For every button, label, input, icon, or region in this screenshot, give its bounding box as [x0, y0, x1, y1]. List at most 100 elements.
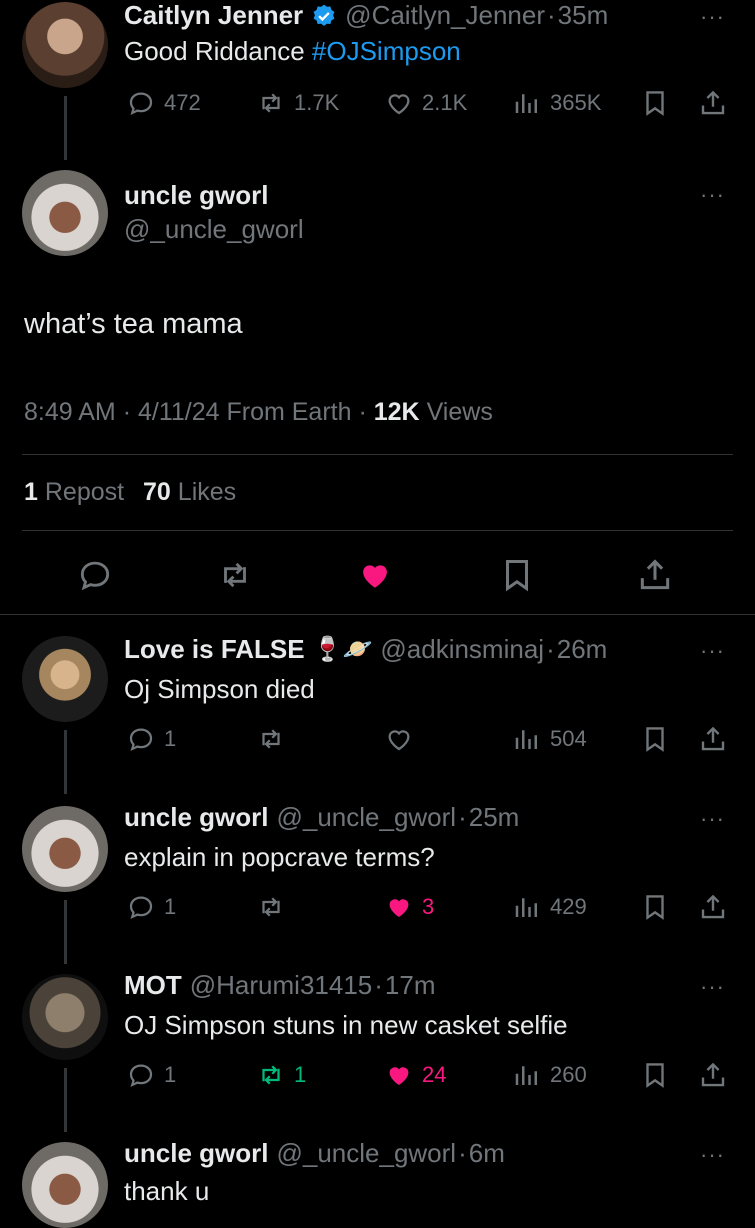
heart-filled-icon — [384, 892, 414, 922]
timestamp[interactable]: 17m — [385, 970, 436, 1001]
share-icon — [698, 724, 728, 754]
divider — [0, 614, 755, 615]
repost-count: 1 — [294, 1062, 307, 1087]
views-button[interactable]: 504 — [512, 724, 587, 754]
display-name[interactable]: uncle gworl — [124, 1138, 268, 1169]
more-options-icon[interactable]: ··· — [700, 638, 725, 664]
tweet-text: what’s tea mama — [24, 308, 243, 340]
separator-dot: · — [122, 398, 132, 426]
like-button[interactable]: 24 — [384, 1060, 446, 1090]
display-name[interactable]: MOT — [124, 970, 182, 1001]
tweet-text: explain in popcrave terms? — [124, 842, 435, 872]
share-icon — [636, 556, 674, 594]
tweet-text: thank u — [124, 1176, 210, 1206]
bookmark-button[interactable] — [640, 724, 670, 754]
share-button[interactable] — [698, 724, 728, 754]
tweet-text: OJ Simpson stuns in new casket selfie — [124, 1010, 568, 1040]
repost-button[interactable]: 1.7K — [256, 88, 339, 118]
post-header: MOT @Harumi31415 · 17m — [124, 970, 436, 1001]
share-button[interactable] — [698, 1060, 728, 1090]
more-options-icon[interactable]: ··· — [700, 4, 725, 30]
tweet-text-plain: Good Riddance — [124, 36, 312, 66]
more-options-icon[interactable]: ··· — [700, 974, 725, 1000]
bookmark-button[interactable] — [640, 1060, 670, 1090]
views-button[interactable]: 429 — [512, 892, 587, 922]
timestamp[interactable]: 25m — [469, 802, 520, 833]
views-button[interactable]: 260 — [512, 1060, 587, 1090]
avatar[interactable] — [22, 2, 108, 88]
post-time[interactable]: 8:49 AM — [24, 398, 116, 426]
user-handle[interactable]: @Caitlyn_Jenner — [345, 0, 545, 31]
reply-button[interactable]: 1 — [126, 724, 176, 754]
views-label: Views — [426, 398, 493, 426]
like-button[interactable] — [384, 724, 414, 754]
views-icon — [512, 724, 542, 754]
timestamp[interactable]: 6m — [469, 1138, 505, 1169]
divider — [22, 454, 733, 455]
likes-stat[interactable]: 70 Likes — [143, 478, 236, 506]
hashtag-link[interactable]: #OJSimpson — [312, 36, 461, 66]
reply-icon — [126, 1060, 156, 1090]
thread-line — [64, 900, 67, 964]
like-count: 3 — [422, 894, 435, 919]
user-handle[interactable]: @Harumi31415 — [190, 970, 372, 1001]
timestamp[interactable]: 26m — [557, 634, 608, 665]
share-button[interactable] — [636, 556, 674, 594]
user-handle[interactable]: @_uncle_gworl — [276, 1138, 456, 1169]
more-options-icon[interactable]: ··· — [700, 806, 725, 832]
thread-line — [64, 96, 67, 160]
user-handle[interactable]: @adkinsminaj — [380, 634, 544, 665]
bookmark-icon — [640, 892, 670, 922]
reply-button[interactable]: 472 — [126, 88, 201, 118]
bookmark-icon — [498, 556, 536, 594]
share-button[interactable] — [698, 88, 728, 118]
avatar[interactable] — [22, 974, 108, 1060]
reply-count: 1 — [164, 1062, 177, 1087]
reply-count: 1 — [164, 894, 177, 919]
more-options-icon[interactable]: ··· — [700, 182, 725, 208]
reply-button[interactable] — [76, 556, 114, 594]
avatar[interactable] — [22, 636, 108, 722]
tweet-meta: 8:49 AM · 4/11/24 From Earth · 12K Views — [24, 398, 493, 427]
avatar[interactable] — [22, 1142, 108, 1228]
display-name[interactable]: uncle gworl — [124, 180, 268, 211]
reply-button[interactable]: 1 — [126, 1060, 176, 1090]
repost-button[interactable] — [256, 892, 286, 922]
views-count: 365K — [550, 90, 602, 115]
divider — [22, 530, 733, 531]
avatar[interactable] — [22, 170, 108, 256]
display-name[interactable]: uncle gworl — [124, 802, 268, 833]
avatar[interactable] — [22, 806, 108, 892]
bookmark-button[interactable] — [640, 892, 670, 922]
like-button[interactable] — [356, 556, 394, 594]
repost-icon — [256, 724, 286, 754]
user-handle[interactable]: @_uncle_gworl — [124, 214, 304, 245]
more-options-icon[interactable]: ··· — [700, 1142, 725, 1168]
repost-stat[interactable]: 1 Repost — [24, 478, 124, 506]
heart-icon — [384, 88, 414, 118]
like-button[interactable]: 2.1K — [384, 88, 467, 118]
bookmark-button[interactable] — [498, 556, 536, 594]
bookmark-icon — [640, 88, 670, 118]
reply-button[interactable]: 1 — [126, 892, 176, 922]
post-header: uncle gworl @_uncle_gworl · 6m — [124, 1138, 505, 1169]
repost-icon — [256, 88, 286, 118]
bookmark-button[interactable] — [640, 88, 670, 118]
share-button[interactable] — [698, 892, 728, 922]
repost-label: Repost — [44, 478, 125, 506]
post-date[interactable]: 4/11/24 — [138, 398, 220, 426]
share-icon — [698, 88, 728, 118]
like-count: 2.1K — [422, 90, 468, 115]
like-button[interactable]: 3 — [384, 892, 434, 922]
display-name[interactable]: Caitlyn Jenner — [124, 0, 303, 31]
views-count: 504 — [550, 726, 587, 751]
timestamp[interactable]: 35m — [558, 0, 609, 31]
display-name[interactable]: Love is FALSE — [124, 634, 305, 665]
user-handle[interactable]: @_uncle_gworl — [276, 802, 456, 833]
repost-button[interactable]: 1 — [256, 1060, 306, 1090]
repost-button[interactable] — [256, 724, 286, 754]
repost-button[interactable] — [216, 556, 254, 594]
views-button[interactable]: 365K — [512, 88, 601, 118]
separator-dot: · — [546, 634, 555, 664]
share-icon — [698, 1060, 728, 1090]
